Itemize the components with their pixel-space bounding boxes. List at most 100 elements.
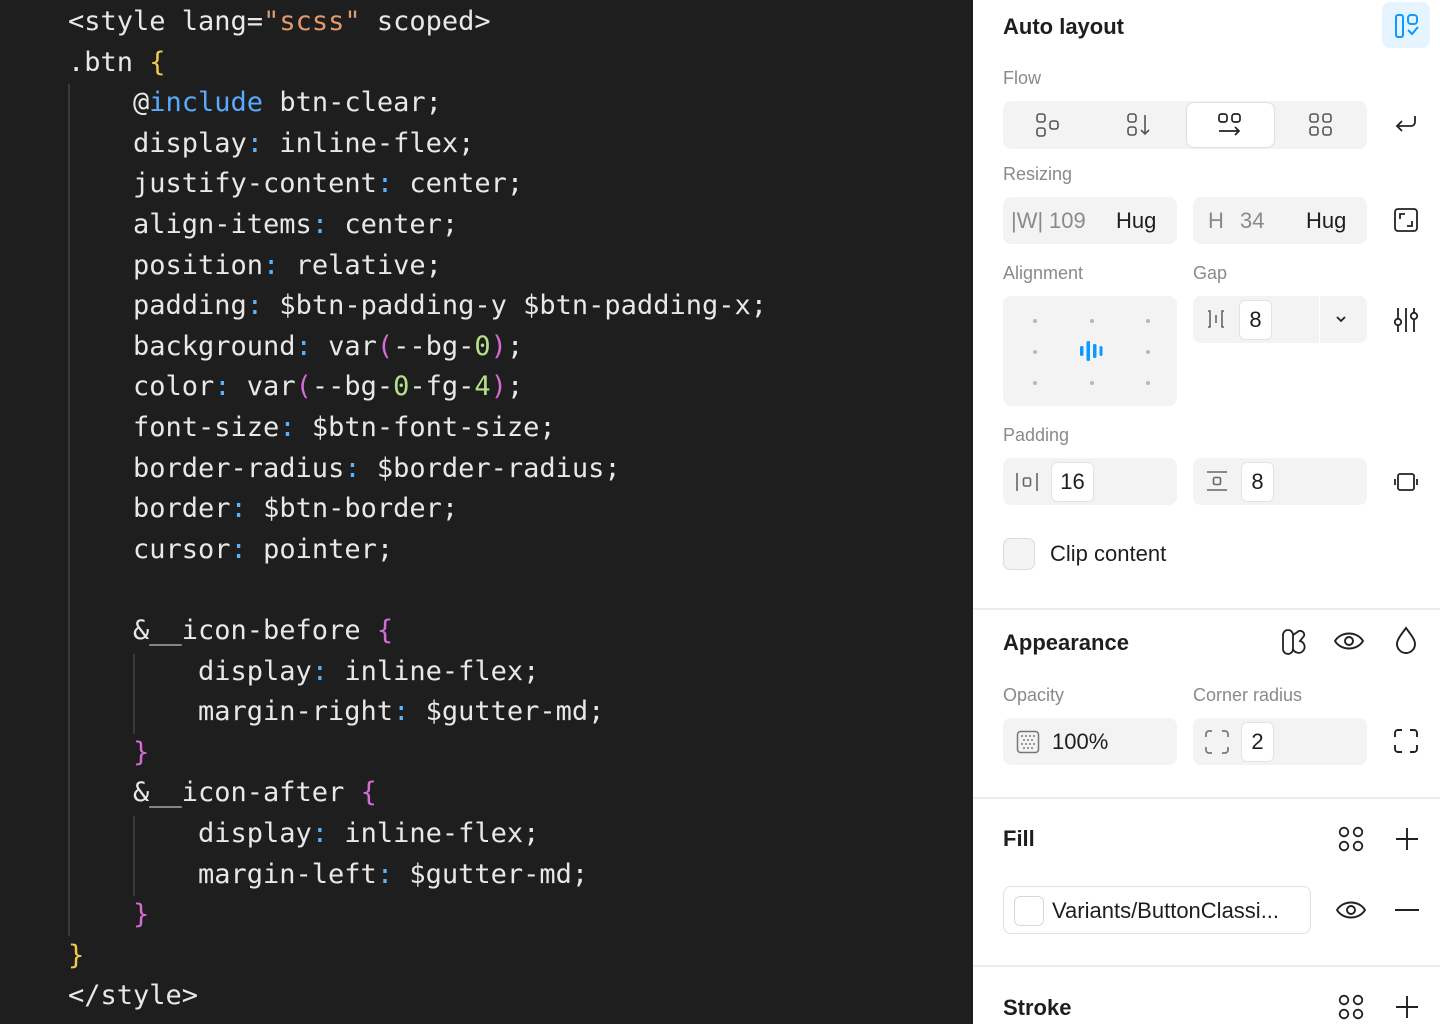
- code-token: align-items: [133, 209, 312, 240]
- alignment-dot[interactable]: [1033, 319, 1037, 323]
- code-line[interactable]: </style>: [68, 976, 198, 1016]
- code-line[interactable]: font-size: $btn-font-size;: [133, 408, 556, 448]
- gap-field[interactable]: 8: [1193, 296, 1367, 343]
- inspector-panel: Auto layout Flow Resizing |W| 109 Hug H …: [973, 0, 1440, 1024]
- code-token: :: [311, 209, 329, 240]
- corner-radius-value[interactable]: 2: [1241, 722, 1274, 762]
- alignment-dot[interactable]: [1146, 350, 1150, 354]
- code-line[interactable]: align-items: center;: [133, 205, 458, 245]
- code-line[interactable]: <style lang="scss" scoped>: [68, 2, 491, 42]
- code-token: inline-flex;: [328, 655, 540, 687]
- resize-constraints-icon[interactable]: [1393, 207, 1419, 233]
- code-line[interactable]: @include btn-clear;: [133, 83, 442, 123]
- gap-value[interactable]: 8: [1239, 300, 1272, 340]
- code-line[interactable]: &__icon-after {: [133, 773, 377, 813]
- code-line[interactable]: }: [133, 895, 149, 935]
- flow-grid-button[interactable]: [1276, 101, 1367, 149]
- clip-content-checkbox[interactable]: [1003, 538, 1035, 570]
- alignment-dot[interactable]: [1090, 381, 1094, 385]
- variable-mode-icon[interactable]: [1280, 627, 1310, 657]
- code-line[interactable]: color: var(--bg-0-fg-4);: [133, 367, 523, 407]
- code-token: $gutter-md;: [393, 858, 589, 890]
- fill-style-row[interactable]: Variants/ButtonClassi...: [1003, 886, 1311, 934]
- code-line[interactable]: border-radius: $border-radius;: [133, 449, 621, 489]
- code-token: ): [490, 330, 507, 362]
- code-line[interactable]: margin-left: $gutter-md;: [198, 855, 588, 895]
- alignment-grid[interactable]: [1003, 296, 1177, 406]
- code-token: <style lang=: [68, 6, 264, 37]
- code-line[interactable]: }: [68, 936, 84, 976]
- individual-padding-icon[interactable]: [1393, 469, 1419, 495]
- code-token: 0: [474, 330, 491, 362]
- code-line[interactable]: background: var(--bg-0);: [133, 327, 523, 367]
- code-token: :: [311, 818, 329, 849]
- code-line[interactable]: margin-right: $gutter-md;: [198, 692, 604, 732]
- fill-title: Fill: [1003, 826, 1035, 851]
- padding-vertical-icon: [1207, 471, 1227, 491]
- appearance-title: Appearance: [1003, 630, 1129, 655]
- width-mode[interactable]: Hug: [1116, 208, 1156, 234]
- code-token: border: [133, 493, 231, 525]
- alignment-dot[interactable]: [1033, 381, 1037, 385]
- code-line[interactable]: padding: $btn-padding-y $btn-padding-x;: [133, 286, 767, 326]
- code-token: :: [230, 533, 247, 565]
- padding-horizontal-value[interactable]: 16: [1051, 462, 1094, 502]
- width-field[interactable]: |W| 109 Hug: [1003, 197, 1177, 244]
- code-token: }: [133, 899, 150, 931]
- code-line[interactable]: display: inline-flex;: [198, 814, 539, 854]
- flow-free-button[interactable]: [1003, 101, 1094, 149]
- wrap-icon[interactable]: [1393, 112, 1419, 138]
- height-field[interactable]: H 34 Hug: [1193, 197, 1367, 244]
- chevron-down-icon[interactable]: [1335, 314, 1347, 324]
- stroke-styles-grid-icon[interactable]: [1337, 993, 1365, 1021]
- code-line[interactable]: display: inline-flex;: [133, 124, 474, 164]
- corner-radius-field[interactable]: 2: [1193, 718, 1367, 765]
- add-stroke-icon[interactable]: [1394, 994, 1420, 1020]
- alignment-settings-icon[interactable]: [1393, 306, 1419, 334]
- code-token: center;: [393, 168, 524, 200]
- remove-fill-icon[interactable]: [1394, 908, 1420, 912]
- code-token: -fg-: [409, 371, 475, 403]
- padding-vertical-value[interactable]: 8: [1241, 462, 1274, 502]
- eye-icon[interactable]: [1333, 628, 1365, 654]
- code-token: $btn-font-size;: [295, 412, 556, 443]
- alignment-dot[interactable]: [1146, 381, 1150, 385]
- independent-corners-icon[interactable]: [1393, 728, 1419, 754]
- code-token: var: [311, 330, 377, 362]
- height-value[interactable]: 34: [1240, 208, 1264, 234]
- code-token: :: [376, 858, 394, 890]
- code-token: justify-content: [133, 168, 377, 200]
- alignment-dot[interactable]: [1090, 319, 1094, 323]
- alignment-dot[interactable]: [1033, 350, 1037, 354]
- code-token: ): [490, 371, 507, 403]
- code-token: $btn-padding-y $btn-padding-x;: [263, 290, 767, 322]
- flow-vertical-button[interactable]: [1094, 101, 1185, 149]
- padding-vertical-field[interactable]: 8: [1193, 458, 1367, 505]
- code-line[interactable]: .btn {: [68, 43, 166, 83]
- width-value[interactable]: 109: [1049, 208, 1086, 234]
- alignment-dot[interactable]: [1146, 319, 1150, 323]
- code-editor[interactable]: <style lang="scss" scoped> .btn {@include…: [0, 0, 973, 1024]
- opacity-field[interactable]: 100%: [1003, 718, 1177, 765]
- code-line[interactable]: &__icon-before {: [133, 611, 393, 651]
- add-fill-icon[interactable]: [1394, 826, 1420, 852]
- styles-grid-icon[interactable]: [1337, 825, 1365, 853]
- code-line[interactable]: border: $btn-border;: [133, 489, 458, 529]
- flow-horizontal-button[interactable]: [1187, 103, 1274, 147]
- fill-style-name[interactable]: Variants/ButtonClassi...: [1052, 898, 1279, 924]
- fill-visibility-eye-icon[interactable]: [1335, 897, 1367, 923]
- code-line[interactable]: display: inline-flex;: [198, 652, 539, 692]
- opacity-value[interactable]: 100%: [1052, 729, 1108, 755]
- code-line[interactable]: }: [133, 733, 149, 773]
- code-token: position: [133, 249, 264, 281]
- code-token: relative;: [279, 249, 442, 281]
- code-token: </style>: [68, 980, 199, 1012]
- padding-horizontal-field[interactable]: 16: [1003, 458, 1177, 505]
- fill-swatch[interactable]: [1014, 896, 1044, 926]
- auto-layout-toggle-button[interactable]: [1382, 2, 1430, 48]
- height-mode[interactable]: Hug: [1306, 208, 1346, 234]
- code-line[interactable]: position: relative;: [133, 246, 442, 286]
- code-line[interactable]: justify-content: center;: [133, 164, 523, 204]
- code-line[interactable]: cursor: pointer;: [133, 530, 393, 570]
- blend-mode-drop-icon[interactable]: [1394, 625, 1418, 655]
